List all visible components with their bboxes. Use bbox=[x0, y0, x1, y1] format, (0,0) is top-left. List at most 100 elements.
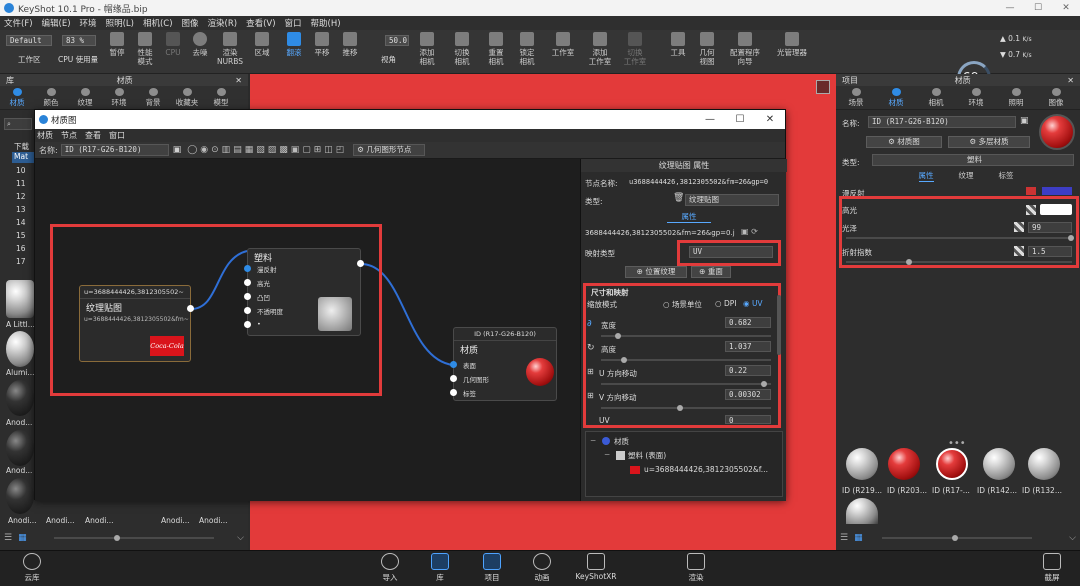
menu-view[interactable]: 查看(V) bbox=[246, 17, 275, 29]
surface-input-port[interactable] bbox=[450, 361, 457, 368]
tab-backgrounds[interactable]: 背景 bbox=[136, 86, 170, 109]
subtab-texture[interactable]: 纹理 bbox=[959, 170, 974, 182]
props-tab[interactable]: 属性 bbox=[667, 211, 711, 223]
material-thumb[interactable] bbox=[6, 280, 34, 318]
subtab-labels[interactable]: 标签 bbox=[999, 170, 1014, 182]
slider-knob[interactable] bbox=[621, 357, 627, 363]
menu-window[interactable]: 窗口 bbox=[285, 17, 302, 29]
slider-knob[interactable] bbox=[906, 259, 912, 265]
studio-button[interactable]: 工作室 bbox=[548, 32, 578, 57]
tree-item-texture[interactable]: u=3688444426,3812305502&f... bbox=[644, 465, 782, 474]
dialog-menu-window[interactable]: 窗口 bbox=[109, 130, 125, 141]
texture-file-path[interactable]: 3688444426,3812305502&fm=26&gp=0.jpg bbox=[585, 229, 735, 237]
trash-icon[interactable]: 🗑 bbox=[673, 193, 684, 203]
light-manager-button[interactable]: 光管理器 bbox=[773, 32, 811, 57]
dialog-menu-node[interactable]: 节点 bbox=[61, 130, 77, 141]
width-field[interactable]: 0.682 bbox=[725, 317, 771, 328]
node-type-select[interactable]: 纹理贴图 bbox=[685, 194, 779, 206]
animation-button[interactable]: 动画 bbox=[520, 553, 564, 583]
node-tools-icon[interactable]: ◯◉⊙▥▤▦▧▨▩▣▢⊞◫◰ bbox=[187, 145, 347, 155]
specular-input-port[interactable] bbox=[244, 279, 251, 286]
geometry-view-button[interactable]: 几何 视图 bbox=[692, 32, 722, 66]
push-button[interactable]: 推移 bbox=[335, 32, 365, 57]
grid-view-icon[interactable]: ▦ bbox=[854, 533, 863, 543]
u-offset-slider[interactable] bbox=[601, 381, 771, 387]
subtab-properties[interactable]: 属性 bbox=[918, 170, 934, 182]
node-name-value[interactable]: u3688444426,3812305502&fm=26&gp=0 bbox=[629, 178, 783, 186]
project-button[interactable]: 项目 bbox=[470, 553, 514, 583]
funnel-icon[interactable]: ⌵ bbox=[1069, 533, 1076, 543]
position-texture-button[interactable]: ⊕ 位置纹理 bbox=[625, 266, 687, 278]
tree-expander[interactable]: − bbox=[604, 450, 610, 459]
menu-render[interactable]: 渲染(R) bbox=[208, 17, 238, 29]
cloud-library-button[interactable]: 云库 bbox=[10, 553, 54, 583]
tree-item[interactable]: 15 bbox=[16, 231, 26, 240]
v-offset-field[interactable]: 0.00302 bbox=[725, 389, 771, 400]
viewport-overlay-icon[interactable] bbox=[816, 80, 830, 94]
cpu-button[interactable]: CPU bbox=[158, 32, 188, 57]
library-button[interactable]: 库 bbox=[418, 553, 462, 583]
specular-color-swatch[interactable] bbox=[1040, 204, 1072, 215]
denoise-button[interactable]: 去噪 bbox=[185, 32, 215, 57]
menu-file[interactable]: 文件(F) bbox=[4, 17, 33, 29]
funnel-icon[interactable]: ⌵ bbox=[237, 533, 244, 543]
extra-input-port[interactable] bbox=[244, 321, 251, 328]
u-offset-field[interactable]: 0.22 bbox=[725, 365, 771, 376]
link-icon[interactable]: ∂ bbox=[587, 319, 592, 329]
screenshot-button[interactable]: 截屏 bbox=[1030, 553, 1074, 583]
tree-item-material[interactable]: 材质 bbox=[614, 436, 629, 447]
tree-item[interactable]: 11 bbox=[16, 179, 26, 188]
switch-studio-button[interactable]: 切换 工作室 bbox=[620, 32, 650, 66]
thumb-size-slider[interactable] bbox=[54, 535, 214, 541]
material-graph-button[interactable]: ⚙ 材质图 bbox=[866, 136, 942, 148]
keyshotxr-button[interactable]: KeyShotXR bbox=[572, 553, 620, 581]
menu-environment[interactable]: 环境 bbox=[80, 17, 97, 29]
close-button[interactable]: ✕ bbox=[755, 114, 785, 125]
tab-materials[interactable]: 材质 bbox=[0, 86, 34, 109]
panel-close-icon[interactable]: ✕ bbox=[1067, 76, 1074, 85]
switch-camera-button[interactable]: 切换 相机 bbox=[447, 32, 477, 66]
rotate-icon[interactable]: ↻ bbox=[587, 343, 595, 353]
menu-image[interactable]: 图像 bbox=[182, 17, 199, 29]
mapping-type-select[interactable]: UV bbox=[689, 246, 773, 258]
props-scrollbar[interactable] bbox=[777, 295, 781, 355]
v-offset-slider[interactable] bbox=[601, 405, 771, 411]
specular-texture-icon[interactable] bbox=[1026, 205, 1036, 215]
region-button[interactable]: 区域 bbox=[247, 32, 277, 57]
ior-texture-icon[interactable] bbox=[1014, 246, 1024, 256]
lock-camera-button[interactable]: 锁定 相机 bbox=[512, 32, 542, 66]
diffuse-texture-icon[interactable] bbox=[1026, 187, 1036, 195]
save-icon[interactable]: ▣ bbox=[1020, 116, 1029, 126]
panel-close-icon[interactable]: ✕ bbox=[235, 76, 242, 85]
menu-help[interactable]: 帮助(H) bbox=[311, 17, 341, 29]
slider-knob[interactable] bbox=[1068, 235, 1074, 241]
reset-camera-button[interactable]: 重置 相机 bbox=[481, 32, 511, 66]
texture-map-node[interactable]: u=3688444426,3812305502~ 纹理贴图 u=36884444… bbox=[79, 285, 191, 362]
scale-opt-dpi[interactable]: ○ DPI bbox=[715, 299, 736, 308]
slider-knob[interactable] bbox=[615, 333, 621, 339]
geometry-input-port[interactable] bbox=[450, 375, 457, 382]
geometry-node-button[interactable]: ⚙ 几何图形节点 bbox=[353, 144, 426, 156]
file-browse-icon[interactable]: ▣ ⟳ bbox=[741, 227, 758, 236]
list-view-icon[interactable]: ☰ bbox=[840, 533, 848, 543]
bump-input-port[interactable] bbox=[244, 293, 251, 300]
minimize-button[interactable]: — bbox=[996, 3, 1024, 13]
tree-header[interactable]: 下载 bbox=[14, 141, 29, 152]
tab-material[interactable]: 材质 bbox=[876, 86, 916, 109]
pan-button[interactable]: 平移 bbox=[307, 32, 337, 57]
tab-favorites[interactable]: 收藏夹 bbox=[170, 86, 204, 109]
slider-knob[interactable] bbox=[677, 405, 683, 411]
opacity-input-port[interactable] bbox=[244, 307, 251, 314]
uv-field[interactable]: 0 bbox=[725, 415, 771, 425]
fov-field[interactable]: 50.0 bbox=[385, 35, 409, 46]
cpu-usage-select[interactable]: 83 % bbox=[62, 35, 96, 46]
configurator-wizard-button[interactable]: 配置程序 向导 bbox=[727, 32, 763, 66]
diffuse-input-port[interactable] bbox=[244, 265, 251, 272]
move-icon[interactable]: ⊞ bbox=[587, 367, 594, 376]
maximize-button[interactable]: ☐ bbox=[725, 114, 755, 125]
material-thumb[interactable] bbox=[846, 498, 878, 524]
add-camera-button[interactable]: 添加 相机 bbox=[412, 32, 442, 66]
pause-button[interactable]: 暂停 bbox=[102, 32, 132, 57]
tools-button[interactable]: 工具 bbox=[663, 32, 693, 57]
ior-slider[interactable] bbox=[846, 259, 1072, 265]
